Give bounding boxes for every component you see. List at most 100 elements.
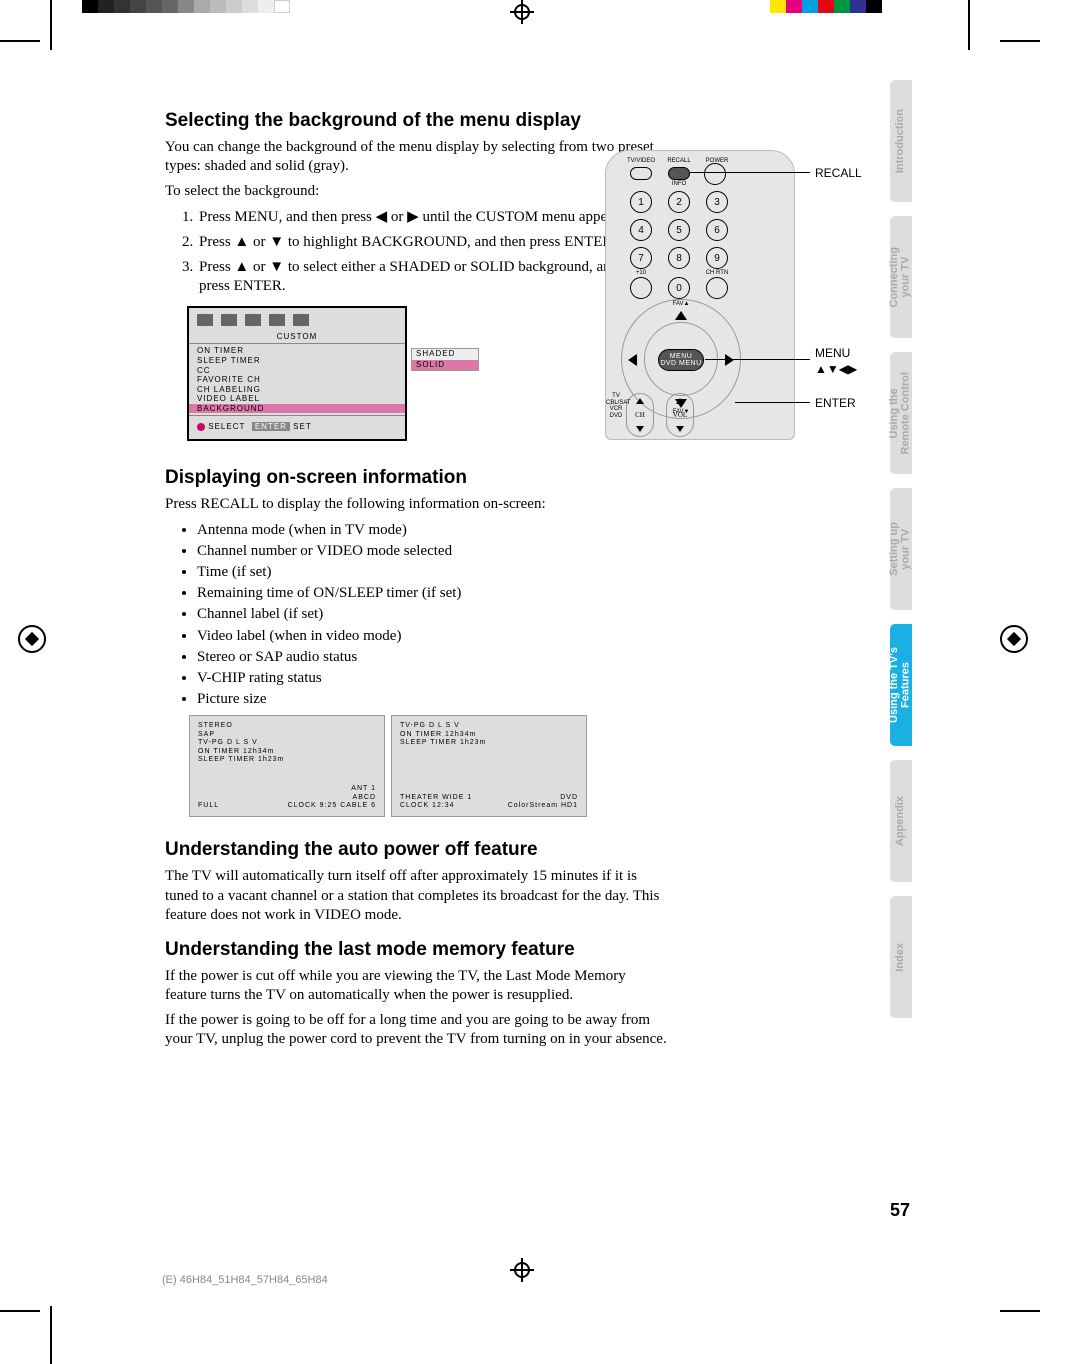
vol-label: VOL bbox=[673, 411, 687, 419]
step: Press ▲ or ▼ to select either a SHADED o… bbox=[197, 258, 670, 296]
remote-label: TV/VIDEO bbox=[626, 158, 656, 164]
tab-features: Using the TV'sFeatures bbox=[890, 624, 912, 746]
triangle-right-icon bbox=[725, 354, 734, 366]
registration-mark bbox=[510, 1258, 534, 1282]
tab-connecting: Connectingyour TV bbox=[890, 216, 912, 338]
remote-label: +10 bbox=[630, 270, 652, 276]
body-text: If the power is going to be off for a lo… bbox=[165, 1011, 670, 1049]
menu-button: MENUDVD MENU bbox=[658, 349, 704, 371]
ch-label: CH bbox=[635, 411, 645, 419]
remote-label: CH RTN bbox=[704, 270, 730, 276]
callout-recall: RECALL bbox=[815, 166, 862, 180]
status-screen-2: TV-PG D L S VON TIMER 12h34mSLEEP TIMER … bbox=[391, 715, 587, 817]
osd-row: VIDEO LABEL bbox=[189, 394, 405, 404]
registration-mark-icon bbox=[18, 625, 46, 653]
body-text: The TV will automatically turn itself of… bbox=[165, 867, 670, 925]
callout-line bbox=[690, 172, 810, 173]
remote-figure: TV/VIDEO RECALL POWER INFO 1 2 3 4 5 6 7… bbox=[605, 150, 855, 440]
osd-footer: SELECT ENTER SET bbox=[189, 416, 405, 433]
callout-line bbox=[705, 359, 810, 360]
page-number: 57 bbox=[890, 1200, 910, 1221]
step: Press ▲ or ▼ to highlight BACKGROUND, an… bbox=[197, 233, 670, 252]
bullet: V-CHIP rating status bbox=[197, 669, 670, 688]
bullet-list: Antenna mode (when in TV mode) Channel n… bbox=[197, 521, 670, 710]
osd-row: SLEEP TIMER bbox=[189, 356, 405, 366]
crop-mark bbox=[50, 1306, 52, 1364]
osd-footer-set: SET bbox=[293, 422, 312, 431]
tvvideo-button bbox=[630, 167, 652, 180]
recall-button bbox=[668, 167, 690, 180]
osd-tab-icons bbox=[189, 314, 405, 330]
body-text: You can change the background of the men… bbox=[165, 138, 670, 176]
osd-row: FAVORITE CH bbox=[189, 375, 405, 385]
osd-option-selected: SOLID bbox=[412, 360, 478, 370]
digit-4-button: 4 bbox=[630, 219, 652, 241]
crop-mark bbox=[1000, 40, 1040, 42]
digit-2-button: 2 bbox=[668, 191, 690, 213]
digit-6-button: 6 bbox=[706, 219, 728, 241]
step-list: Press MENU, and then press ◀ or ▶ until … bbox=[197, 208, 670, 297]
heading-section3: Understanding the auto power off feature bbox=[165, 839, 670, 861]
digit-0-button: 0 bbox=[668, 277, 690, 299]
osd-footer-select: SELECT bbox=[208, 422, 245, 431]
tab-index: Index bbox=[890, 896, 912, 1018]
triangle-up-icon bbox=[675, 311, 687, 320]
crop-mark bbox=[50, 0, 52, 50]
remote-body: TV/VIDEO RECALL POWER INFO 1 2 3 4 5 6 7… bbox=[605, 150, 795, 440]
status-screen-1: STEREOSAPTV-PG D L S VON TIMER 12h34mSLE… bbox=[189, 715, 385, 817]
osd-rows: ON TIMER SLEEP TIMER CC FAVORITE CH CH L… bbox=[189, 343, 405, 416]
remote-label: TVCBL/SATVCRDVD bbox=[606, 393, 626, 419]
digit-1-button: 1 bbox=[630, 191, 652, 213]
triangle-left-icon bbox=[628, 354, 637, 366]
chrtn-button bbox=[706, 277, 728, 299]
tab-setup: Setting upyour TV bbox=[890, 488, 912, 610]
tab-appendix: Appendix bbox=[890, 760, 912, 882]
osd-row: ON TIMER bbox=[189, 346, 405, 356]
remote-label: FAV▲ bbox=[668, 301, 694, 307]
osd-footer-enter: ENTER bbox=[252, 422, 290, 431]
screen-text: ANT 1ABCDCLOCK 9:25 CABLE 6 bbox=[288, 785, 376, 810]
screen-text: DVDColorStream HD1 bbox=[508, 794, 578, 811]
power-button bbox=[704, 163, 726, 185]
bullet: Channel number or VIDEO mode selected bbox=[197, 542, 670, 561]
crop-mark bbox=[968, 0, 970, 50]
heading-section2: Displaying on-screen information bbox=[165, 467, 670, 489]
callout-line bbox=[735, 402, 810, 403]
bullet: Video label (when in video mode) bbox=[197, 627, 670, 646]
digit-8-button: 8 bbox=[668, 247, 690, 269]
crop-mark bbox=[1000, 1310, 1040, 1312]
bullet: Time (if set) bbox=[197, 563, 670, 582]
remote-label: INFO bbox=[664, 181, 694, 187]
bullet: Stereo or SAP audio status bbox=[197, 648, 670, 667]
digit-3-button: 3 bbox=[706, 191, 728, 213]
side-tab-column: Introduction Connectingyour TV Using the… bbox=[890, 80, 960, 1032]
status-screens: STEREOSAPTV-PG D L S VON TIMER 12h34mSLE… bbox=[189, 715, 670, 817]
crop-mark bbox=[0, 1310, 40, 1312]
osd-submenu: SHADED SOLID bbox=[411, 348, 479, 371]
callout-menu: MENU bbox=[815, 346, 850, 360]
screen-text: TV-PG D L S VON TIMER 12h34mSLEEP TIMER … bbox=[400, 722, 486, 747]
registration-mark-icon bbox=[1000, 625, 1028, 653]
body-text: Press RECALL to display the following in… bbox=[165, 495, 670, 514]
osd-option: SHADED bbox=[412, 349, 478, 359]
osd-row-selected: BACKGROUND bbox=[189, 404, 405, 414]
bullet: Channel label (if set) bbox=[197, 605, 670, 624]
osd-menu: CUSTOM ON TIMER SLEEP TIMER CC FAVORITE … bbox=[187, 306, 407, 441]
osd-row: CC bbox=[189, 366, 405, 376]
step: Press MENU, and then press ◀ or ▶ until … bbox=[197, 208, 670, 227]
registration-mark bbox=[510, 0, 534, 24]
bullet: Picture size bbox=[197, 690, 670, 709]
vol-rocker: VOL bbox=[666, 393, 694, 437]
body-text: To select the background: bbox=[165, 182, 670, 201]
tab-remote: Using theRemote Control bbox=[890, 352, 912, 474]
plus10-button bbox=[630, 277, 652, 299]
screen-text: FULL bbox=[198, 802, 219, 810]
tab-introduction: Introduction bbox=[890, 80, 912, 202]
digit-7-button: 7 bbox=[630, 247, 652, 269]
crop-mark bbox=[0, 40, 40, 42]
bullet: Antenna mode (when in TV mode) bbox=[197, 521, 670, 540]
osd-title: CUSTOM bbox=[189, 332, 405, 341]
remote-label: RECALL bbox=[664, 158, 694, 164]
footer-code: (E) 46H84_51H84_57H84_65H84 bbox=[162, 1274, 328, 1286]
osd-row: CH LABELING bbox=[189, 385, 405, 395]
